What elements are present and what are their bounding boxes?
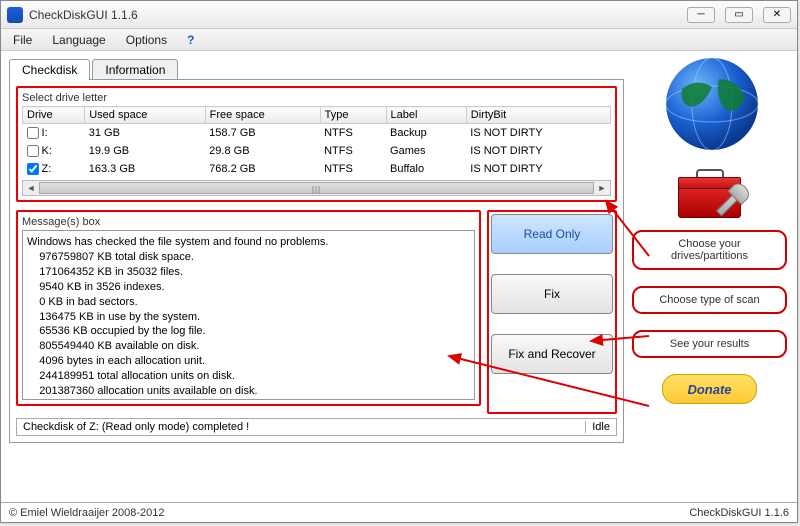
cell-free: 158.7 GB <box>205 124 320 143</box>
left-column: Checkdisk Information Select drive lette… <box>1 51 632 502</box>
col-free[interactable]: Free space <box>205 107 320 124</box>
cell-free: 768.2 GB <box>205 160 320 178</box>
fix-button[interactable]: Fix <box>491 274 613 314</box>
col-dirty[interactable]: DirtyBit <box>466 107 610 124</box>
maximize-button[interactable]: ▭ <box>725 7 753 23</box>
content-area: Checkdisk Information Select drive lette… <box>1 51 797 502</box>
toolbox-icon <box>672 163 747 218</box>
window-title: CheckDiskGUI 1.1.6 <box>29 8 687 22</box>
status-idle: Idle <box>585 421 616 433</box>
scroll-left-icon[interactable]: ◄ <box>23 183 39 193</box>
table-row[interactable]: I:31 GB158.7 GBNTFSBackupIS NOT DIRTY <box>23 124 611 143</box>
cell-used: 31 GB <box>85 124 205 143</box>
footer-copyright: © Emiel Wieldraaijer 2008-2012 <box>9 507 164 519</box>
menu-language[interactable]: Language <box>46 31 111 49</box>
cell-label: Backup <box>386 124 466 143</box>
menu-help[interactable]: ? <box>181 31 200 49</box>
drive-checkbox[interactable] <box>27 163 39 175</box>
messages-title: Message(s) box <box>22 216 475 228</box>
table-row[interactable]: Z:163.3 GB768.2 GBNTFSBuffaloIS NOT DIRT… <box>23 160 611 178</box>
cell-label: Buffalo <box>386 160 466 178</box>
cell-used: 163.3 GB <box>85 160 205 178</box>
cell-dirty: IS NOT DIRTY <box>466 142 610 160</box>
globe-icon <box>645 59 775 159</box>
col-type[interactable]: Type <box>320 107 386 124</box>
footer-version: CheckDiskGUI 1.1.6 <box>689 507 789 519</box>
callout-results: See your results <box>632 330 787 358</box>
drive-checkbox[interactable] <box>27 145 39 157</box>
messages-box[interactable]: Windows has checked the file system and … <box>22 230 475 400</box>
cell-dirty: IS NOT DIRTY <box>466 124 610 143</box>
donate-button[interactable]: Donate <box>662 374 757 404</box>
footer: © Emiel Wieldraaijer 2008-2012 CheckDisk… <box>1 502 797 522</box>
window-controls: ─ ▭ ✕ <box>687 7 791 23</box>
col-used[interactable]: Used space <box>85 107 205 124</box>
titlebar: CheckDiskGUI 1.1.6 ─ ▭ ✕ <box>1 1 797 29</box>
drive-group-title: Select drive letter <box>22 92 611 104</box>
cell-dirty: IS NOT DIRTY <box>466 160 610 178</box>
cell-free: 29.8 GB <box>205 142 320 160</box>
cell-used: 19.9 GB <box>85 142 205 160</box>
tab-information[interactable]: Information <box>92 59 178 80</box>
menubar: File Language Options ? <box>1 29 797 51</box>
fix-recover-button[interactable]: Fix and Recover <box>491 334 613 374</box>
action-column: Read Only Fix Fix and Recover <box>487 210 617 414</box>
cell-type: NTFS <box>320 160 386 178</box>
status-text: Checkdisk of Z: (Read only mode) complet… <box>17 421 255 433</box>
right-column: Choose your drives/partitions Choose typ… <box>632 51 797 502</box>
drive-hscroll[interactable]: ◄ ||| ► <box>22 180 611 196</box>
cell-type: NTFS <box>320 124 386 143</box>
drive-select-group: Select drive letter Drive Used space Fre… <box>16 86 617 202</box>
callout-drives: Choose your drives/partitions <box>632 230 787 270</box>
scroll-right-icon[interactable]: ► <box>594 183 610 193</box>
callout-scan: Choose type of scan <box>632 286 787 314</box>
col-label[interactable]: Label <box>386 107 466 124</box>
drive-table: Drive Used space Free space Type Label D… <box>22 106 611 178</box>
app-window: CheckDiskGUI 1.1.6 ─ ▭ ✕ File Language O… <box>0 0 798 523</box>
messages-group: Message(s) box Windows has checked the f… <box>16 210 481 406</box>
cell-type: NTFS <box>320 142 386 160</box>
status-bar: Checkdisk of Z: (Read only mode) complet… <box>16 418 617 436</box>
close-button[interactable]: ✕ <box>763 7 791 23</box>
tabstrip: Checkdisk Information <box>9 59 624 80</box>
drive-checkbox[interactable] <box>27 127 39 139</box>
minimize-button[interactable]: ─ <box>687 7 715 23</box>
menu-file[interactable]: File <box>7 31 38 49</box>
cell-label: Games <box>386 142 466 160</box>
tab-checkdisk[interactable]: Checkdisk <box>9 59 90 80</box>
lower-row: Message(s) box Windows has checked the f… <box>16 210 617 414</box>
menu-options[interactable]: Options <box>120 31 173 49</box>
tab-panel: Select drive letter Drive Used space Fre… <box>9 79 624 443</box>
col-drive[interactable]: Drive <box>23 107 85 124</box>
readonly-button[interactable]: Read Only <box>491 214 613 254</box>
app-icon <box>7 7 23 23</box>
table-row[interactable]: K:19.9 GB29.8 GBNTFSGamesIS NOT DIRTY <box>23 142 611 160</box>
